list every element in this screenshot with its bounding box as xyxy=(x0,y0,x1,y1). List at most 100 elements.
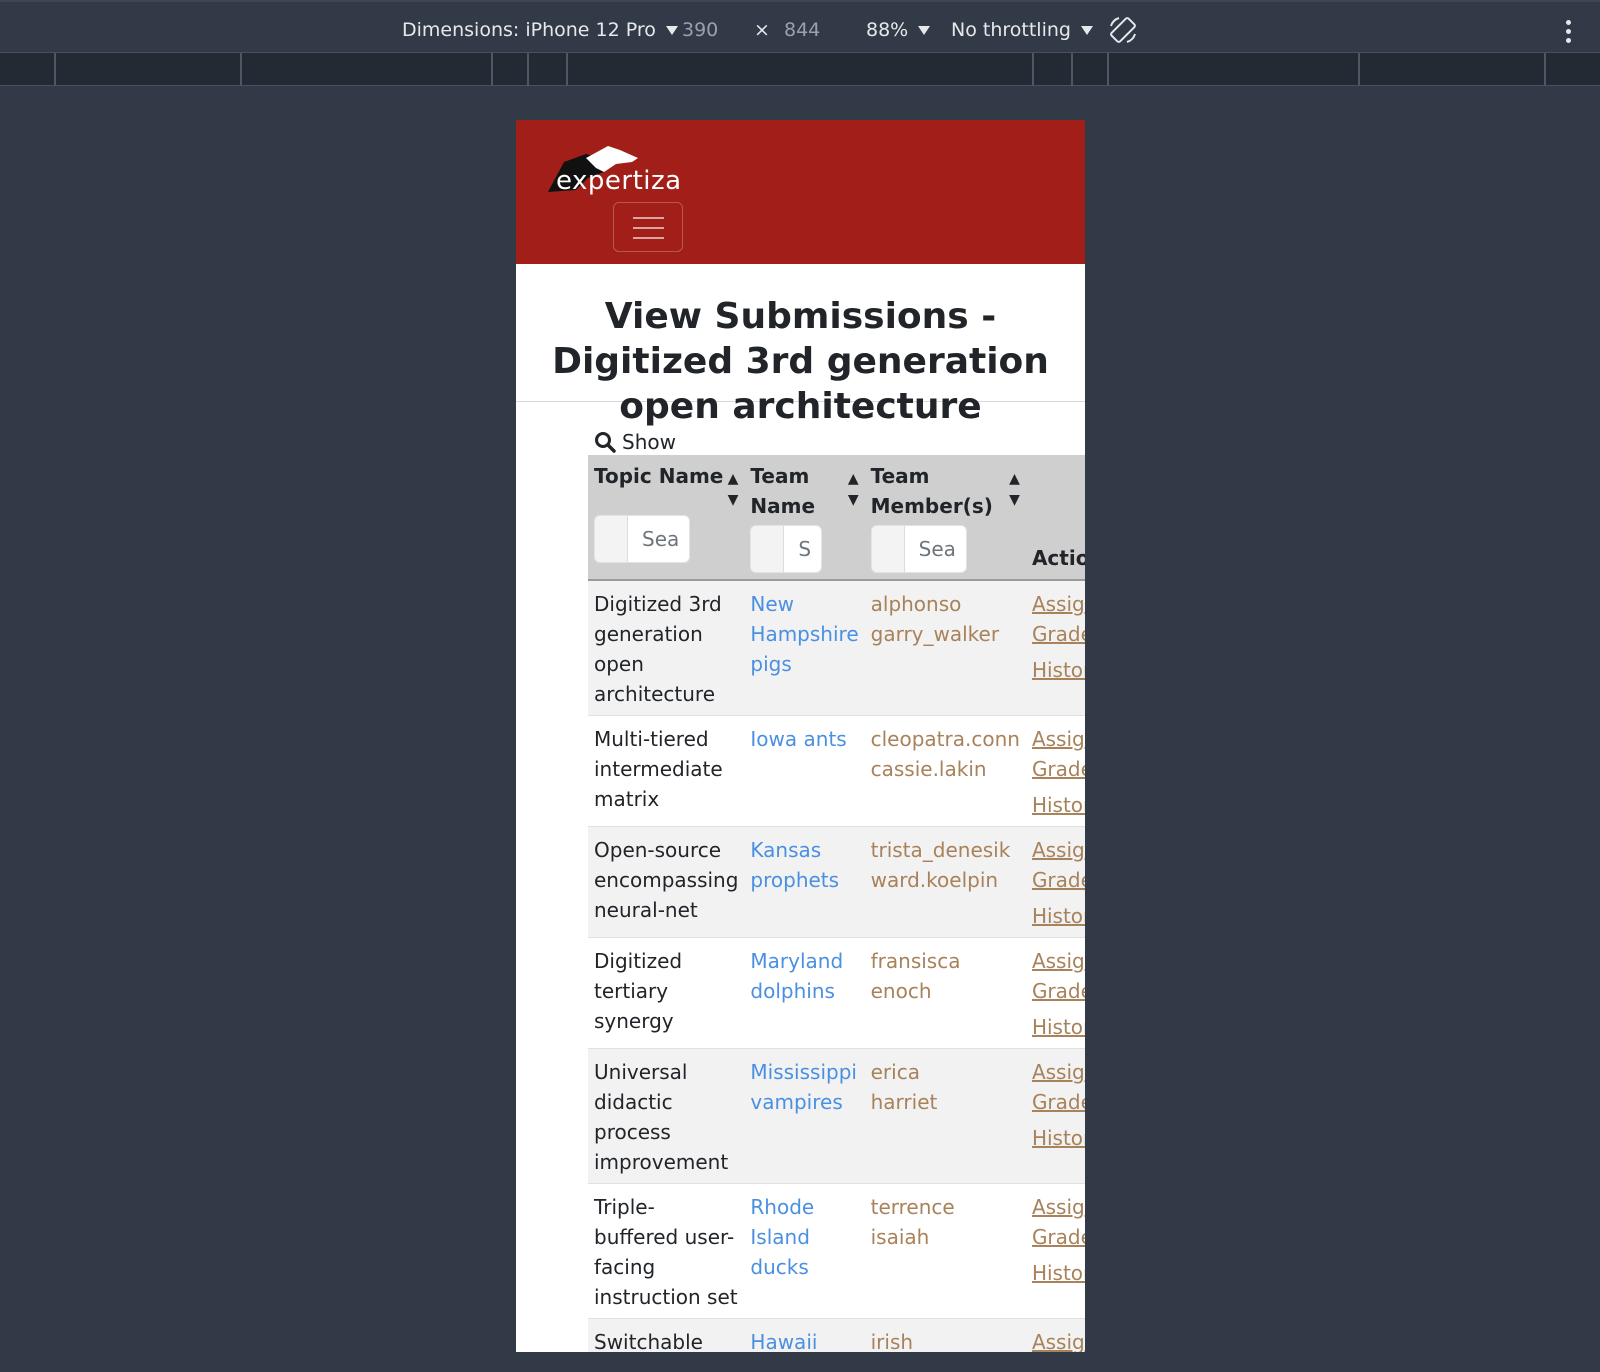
submissions-table: Topic Name ▲ ▼ Sea Team Name ▲ ▼ S Team … xyxy=(588,455,1085,1352)
show-label: Show xyxy=(622,430,676,454)
header-label: Topic Name xyxy=(594,464,724,488)
chevron-down-icon xyxy=(1080,25,1093,35)
history-link[interactable]: History xyxy=(1032,790,1085,820)
team-member: cleopatra.conn xyxy=(870,727,1020,751)
team-members-cell: cleopatra.conn cassie.lakin xyxy=(864,715,1026,827)
team-members-cell: erica harriet xyxy=(864,1048,1026,1184)
team-member: terrence xyxy=(870,1195,955,1219)
members-search-placeholder: Sea xyxy=(918,537,956,561)
action-cell: Assign Grade History xyxy=(1025,937,1085,1049)
history-link[interactable]: History xyxy=(1032,901,1085,931)
team-member: cassie.lakin xyxy=(870,757,987,781)
header-label: Team Member(s) xyxy=(870,464,993,518)
topic-cell: Triple-buffered user-facing instruction … xyxy=(588,1183,745,1319)
history-link[interactable]: History xyxy=(1032,1012,1085,1042)
table-row: Universal didactic process improvement Mi… xyxy=(588,1048,1085,1184)
action-cell: Assign Grade History xyxy=(1025,715,1085,827)
team-members-cell: trista_denesik ward.koelpin xyxy=(864,826,1026,938)
throttling-dropdown[interactable]: No throttling xyxy=(951,19,1093,41)
input-prefix xyxy=(595,516,628,562)
history-link[interactable]: History xyxy=(1032,655,1085,685)
table-row: Open-source encompassing neural-net Kansa… xyxy=(588,826,1085,938)
height-input[interactable]: 844 xyxy=(784,19,820,41)
dimensions-label: Dimensions: iPhone 12 Pro xyxy=(402,19,656,41)
action-cell: Assign xyxy=(1025,1318,1085,1352)
history-link[interactable]: History xyxy=(1032,1123,1085,1153)
chevron-down-icon xyxy=(665,25,678,35)
topic-cell: Digitized 3rd generation open architectu… xyxy=(588,579,745,716)
assign-grade-link[interactable]: Assign xyxy=(1032,1327,1085,1352)
assign-grade-link[interactable]: Assign Grade xyxy=(1032,946,1085,1006)
devtools-device-toolbar: Dimensions: iPhone 12 Pro 390 × 844 88% … xyxy=(0,0,1600,52)
zoom-dropdown[interactable]: 88% xyxy=(866,19,931,41)
team-member: harriet xyxy=(870,1090,938,1114)
action-cell: Assign Grade History xyxy=(1025,579,1085,716)
header-label: Team Name xyxy=(750,464,816,518)
table-row: SwitchableHawaiiirish Assign xyxy=(588,1318,1085,1352)
team-name-link[interactable]: Hawaii xyxy=(744,1318,865,1352)
team-members-cell: alphonso garry_walker xyxy=(864,579,1026,716)
action-cell: Assign Grade History xyxy=(1025,826,1085,938)
team-member: erica xyxy=(870,1060,920,1084)
topic-cell: Open-source encompassing neural-net xyxy=(588,826,745,938)
sort-arrows-icon[interactable]: ▲ ▼ xyxy=(724,469,739,511)
team-name-link[interactable]: Rhode Island ducks xyxy=(744,1183,865,1319)
rotate-button[interactable] xyxy=(1107,14,1139,46)
assign-grade-link[interactable]: Assign Grade xyxy=(1032,1192,1085,1252)
header-action: Action xyxy=(1025,455,1085,581)
width-value: 390 xyxy=(682,19,719,41)
table-row: Digitized 3rd generation open architectu… xyxy=(588,579,1085,716)
team-name-link[interactable]: Iowa ants xyxy=(744,715,865,827)
times-icon: × xyxy=(754,19,770,41)
topic-cell: Digitized tertiary synergy xyxy=(588,937,745,1049)
members-search-input[interactable]: Sea xyxy=(870,525,967,573)
brand-name: expertiza xyxy=(556,166,682,196)
dimensions-dropdown[interactable]: Dimensions: iPhone 12 Pro xyxy=(402,19,678,41)
history-link[interactable]: History xyxy=(1032,1258,1085,1288)
team-member: trista_denesik xyxy=(870,838,1011,862)
team-name-link[interactable]: Maryland dolphins xyxy=(744,937,865,1049)
navbar: expertiza xyxy=(516,120,1085,264)
header-topic-name[interactable]: Topic Name ▲ ▼ Sea xyxy=(588,455,745,581)
table-row: Digitized tertiary synergy Maryland dolph… xyxy=(588,937,1085,1049)
action-cell: Assign Grade History xyxy=(1025,1048,1085,1184)
times-glyph: × xyxy=(754,19,770,41)
assign-grade-link[interactable]: Assign Grade xyxy=(1032,724,1085,784)
table-row: Triple-buffered user-facing instruction … xyxy=(588,1183,1085,1319)
team-members-cell: terrence isaiah xyxy=(864,1183,1026,1319)
team-members-cell: irish xyxy=(864,1318,1026,1352)
team-search-placeholder: S xyxy=(798,537,812,561)
team-members-cell: fransisca enoch xyxy=(864,937,1026,1049)
sort-arrows-icon[interactable]: ▲ ▼ xyxy=(1005,469,1020,521)
team-member: garry_walker xyxy=(870,622,1000,646)
more-options-icon[interactable] xyxy=(1566,20,1572,47)
topic-search-input[interactable]: Sea xyxy=(594,515,690,563)
team-search-input[interactable]: S xyxy=(750,525,823,573)
header-team-members[interactable]: Team Member(s) ▲ ▼ Sea xyxy=(864,455,1026,581)
topic-search-placeholder: Sea xyxy=(642,527,680,551)
sort-arrows-icon[interactable]: ▲ ▼ xyxy=(844,469,859,521)
rotate-icon xyxy=(1110,17,1136,43)
team-name-link[interactable]: Kansas prophets xyxy=(744,826,865,938)
team-name-link[interactable]: New Hampshire pigs xyxy=(744,579,865,716)
navbar-toggler-button[interactable] xyxy=(613,202,683,252)
table-body: Digitized 3rd generation open architectu… xyxy=(588,579,1085,1352)
throttling-value: No throttling xyxy=(951,19,1071,41)
assign-grade-link[interactable]: Assign Grade xyxy=(1032,835,1085,895)
media-query-ruler xyxy=(0,52,1600,86)
height-value: 844 xyxy=(784,19,821,41)
assign-grade-link[interactable]: Assign Grade xyxy=(1032,1057,1085,1117)
width-input[interactable]: 390 xyxy=(682,19,718,41)
action-cell: Assign Grade History xyxy=(1025,1183,1085,1319)
topic-cell: Switchable xyxy=(588,1318,745,1352)
team-member: enoch xyxy=(870,979,932,1003)
team-name-link[interactable]: Mississippi vampires xyxy=(744,1048,865,1184)
header-team-name[interactable]: Team Name ▲ ▼ S xyxy=(744,455,865,581)
team-member: alphonso xyxy=(870,592,962,616)
page-title: View Submissions - Digitized 3rd generat… xyxy=(516,264,1085,427)
chevron-down-icon xyxy=(918,25,931,35)
header-label: Action xyxy=(1031,546,1085,570)
show-search-toggle[interactable]: Show xyxy=(594,430,676,454)
assign-grade-link[interactable]: Assign Grade xyxy=(1032,589,1085,649)
team-member: fransisca xyxy=(870,949,961,973)
